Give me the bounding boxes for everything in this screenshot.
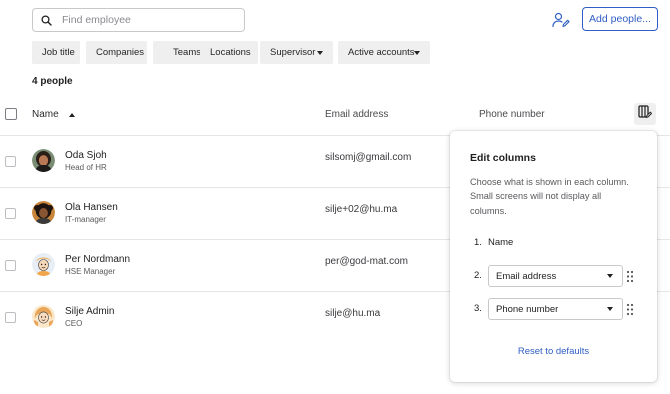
avatar <box>32 149 55 172</box>
panel-description: Choose what is shown in each column. Sma… <box>470 177 629 216</box>
row-checkbox[interactable] <box>5 260 16 271</box>
filter-label: Companies <box>96 47 145 58</box>
column-header-label: Name <box>32 109 59 120</box>
person-role: IT-manager <box>65 215 106 224</box>
person-name[interactable]: Ola Hansen <box>65 202 118 213</box>
column-1-fixed: Name <box>488 237 514 248</box>
chevron-down-icon <box>607 274 613 278</box>
filter-label: Job title <box>42 47 75 58</box>
column-header-phone: Phone number <box>479 109 545 120</box>
filter-job-title[interactable]: Job title <box>32 41 80 64</box>
panel-title: Edit columns <box>470 152 536 164</box>
person-role: HSE Manager <box>65 267 116 276</box>
edit-columns-panel: Edit columns Choose what is shown in eac… <box>450 131 657 382</box>
search-box[interactable] <box>32 8 245 32</box>
column-header-name[interactable]: Name <box>32 109 75 120</box>
person-name[interactable]: Oda Sjoh <box>65 150 107 161</box>
person-email: silje+02@hu.ma <box>325 204 398 215</box>
drag-handle-icon[interactable] <box>626 269 634 283</box>
people-count: 4 people <box>32 76 73 87</box>
column-number: 1. <box>474 237 482 248</box>
avatar <box>32 253 55 276</box>
select-all-checkbox[interactable] <box>5 108 17 120</box>
table-header: Name Email address Phone number <box>0 100 670 130</box>
sort-ascending-icon <box>68 112 75 117</box>
user-edit-icon[interactable] <box>551 10 571 30</box>
person-role: Head of HR <box>65 163 107 172</box>
person-name[interactable]: Per Nordmann <box>65 254 130 265</box>
search-input[interactable] <box>62 14 232 26</box>
filter-supervisor[interactable]: Supervisor <box>260 41 333 64</box>
row-checkbox[interactable] <box>5 312 16 323</box>
filter-label: Teams <box>173 47 201 58</box>
add-people-button[interactable]: Add people... <box>582 7 658 31</box>
avatar <box>32 305 55 328</box>
person-email: silje@hu.ma <box>325 308 381 319</box>
column-3-select[interactable]: Phone number <box>488 298 623 320</box>
person-email: silsomj@gmail.com <box>325 152 412 163</box>
row-checkbox[interactable] <box>5 208 16 219</box>
column-2-select[interactable]: Email address <box>488 265 623 287</box>
row-checkbox[interactable] <box>5 156 16 167</box>
chevron-down-icon <box>607 307 613 311</box>
chevron-down-icon <box>317 51 323 55</box>
person-email: per@god-mat.com <box>325 256 408 267</box>
select-value: Phone number <box>496 303 559 315</box>
filter-label: Active accounts <box>348 47 415 58</box>
edit-columns-button[interactable] <box>634 103 656 125</box>
filter-locations[interactable]: Locations <box>200 41 258 64</box>
drag-handle-icon[interactable] <box>626 302 634 316</box>
column-number: 3. <box>474 303 482 314</box>
person-role: CEO <box>65 319 83 328</box>
chevron-down-icon <box>414 51 420 55</box>
edit-columns-icon <box>638 105 653 123</box>
column-number: 2. <box>474 270 482 281</box>
column-header-email: Email address <box>325 109 389 120</box>
select-value: Email address <box>496 270 557 282</box>
filter-label: Supervisor <box>270 47 316 58</box>
filter-label: Locations <box>210 47 251 58</box>
reset-to-defaults-link[interactable]: Reset to defaults <box>450 346 657 357</box>
person-name[interactable]: Silje Admin <box>65 306 114 317</box>
filter-companies[interactable]: Companies <box>86 41 147 64</box>
filter-active-accounts[interactable]: Active accounts <box>338 41 430 64</box>
avatar <box>32 201 55 224</box>
search-icon <box>33 14 59 26</box>
